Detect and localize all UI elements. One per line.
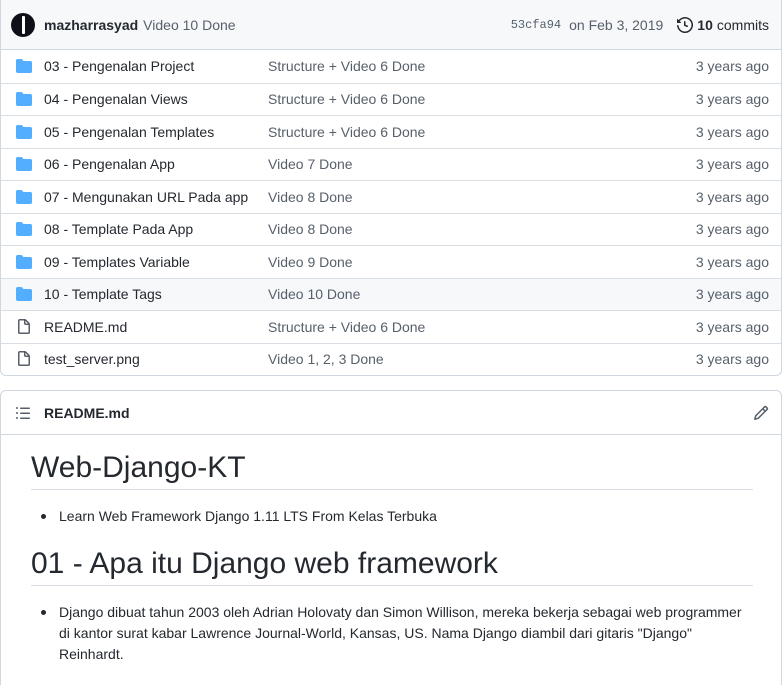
file-row[interactable]: 06 - Pengenalan App Video 7 Done 3 years… [1,147,781,181]
file-name[interactable]: 08 - Template Pada App [44,221,268,237]
latest-commit-bar: mazharrasyad Video 10 Done 53cfa94 on Fe… [1,0,781,50]
folder-icon [16,92,32,107]
file-age: 3 years ago [695,188,769,205]
file-icon [18,351,30,367]
readme-list-1: Learn Web Framework Django 1.11 LTS From… [31,506,753,527]
file-name[interactable]: 10 - Template Tags [44,286,268,302]
commit-author[interactable]: mazharrasyad [44,17,138,33]
folder-icon [16,189,32,204]
file-list: 03 - Pengenalan Project Structure + Vide… [1,50,781,375]
commit-sha[interactable]: 53cfa94 [511,18,561,32]
file-row[interactable]: README.md Structure + Video 6 Done 3 yea… [1,310,781,343]
file-commit-message[interactable]: Structure + Video 6 Done [268,124,696,140]
readme-heading-2: 01 - Apa itu Django web framework [31,545,753,586]
history-icon [677,16,694,33]
readme-content: Web-Django-KT Learn Web Framework Django… [1,435,781,665]
file-age: 3 years ago [695,286,769,303]
commit-message[interactable]: Video 10 Done [143,17,511,33]
file-commit-message[interactable]: Structure + Video 6 Done [268,58,696,74]
folder-icon [16,157,32,172]
folder-icon [16,124,32,139]
readme-header: README.md [1,391,781,435]
file-age: 3 years ago [695,58,769,75]
file-name[interactable]: README.md [44,319,268,335]
file-commit-message[interactable]: Video 10 Done [268,286,696,302]
file-name[interactable]: 09 - Templates Variable [44,254,268,270]
file-row[interactable]: 10 - Template Tags Video 10 Done 3 years… [1,277,781,310]
list-item: Django dibuat tahun 2003 oleh Adrian Hol… [31,602,753,665]
commit-count: 10 [697,16,713,33]
file-age: 3 years ago [695,91,769,108]
file-name[interactable]: 07 - Mengunakan URL Pada app [44,189,268,205]
file-age: 3 years ago [695,351,769,368]
file-name[interactable]: 04 - Pengenalan Views [44,91,268,107]
folder-icon [16,254,32,269]
file-row[interactable]: 09 - Templates Variable Video 9 Done 3 y… [1,245,781,278]
readme-panel: README.md Web-Django-KT Learn Web Framew… [0,390,782,685]
folder-icon [16,287,32,302]
list-item: Learn Web Framework Django 1.11 LTS From… [31,506,753,527]
file-commit-message[interactable]: Video 8 Done [268,189,696,205]
pencil-icon[interactable] [753,405,769,421]
file-age: 3 years ago [695,221,769,238]
file-name[interactable]: 06 - Pengenalan App [44,156,268,172]
file-age: 3 years ago [695,156,769,173]
file-row[interactable]: test_server.png Video 1, 2, 3 Done 3 yea… [1,342,781,376]
file-age: 3 years ago [695,123,769,140]
file-row[interactable]: 05 - Pengenalan Templates Structure + Vi… [1,115,781,148]
file-row[interactable]: 07 - Mengunakan URL Pada app Video 8 Don… [1,180,781,213]
commit-date: on Feb 3, 2019 [569,16,664,33]
file-name[interactable]: 05 - Pengenalan Templates [44,124,268,140]
file-commit-message[interactable]: Video 9 Done [268,254,696,270]
commit-count-label: commits [716,16,769,33]
folder-icon [16,59,32,74]
file-age: 3 years ago [695,318,769,335]
commits-link[interactable]: 10 commits [677,17,769,33]
file-name[interactable]: test_server.png [44,351,268,367]
file-commit-message[interactable]: Video 8 Done [268,221,696,237]
file-commit-message[interactable]: Structure + Video 6 Done [268,91,696,107]
avatar[interactable] [11,12,35,37]
file-row[interactable]: 08 - Template Pada App Video 8 Done 3 ye… [1,212,781,246]
readme-heading-1: Web-Django-KT [31,449,753,490]
readme-list-2: Django dibuat tahun 2003 oleh Adrian Hol… [31,602,753,665]
file-age: 3 years ago [695,253,769,270]
file-row[interactable]: 04 - Pengenalan Views Structure + Video … [1,82,781,116]
list-icon[interactable] [15,405,31,421]
file-name[interactable]: 03 - Pengenalan Project [44,58,268,74]
file-commit-message[interactable]: Video 7 Done [268,156,696,172]
folder-icon [16,222,32,237]
file-browser: mazharrasyad Video 10 Done 53cfa94 on Fe… [0,0,782,376]
file-icon [18,318,30,334]
file-row[interactable]: 03 - Pengenalan Project Structure + Vide… [1,50,781,83]
readme-filename[interactable]: README.md [44,405,753,421]
file-commit-message[interactable]: Video 1, 2, 3 Done [268,351,696,367]
file-commit-message[interactable]: Structure + Video 6 Done [268,319,696,335]
